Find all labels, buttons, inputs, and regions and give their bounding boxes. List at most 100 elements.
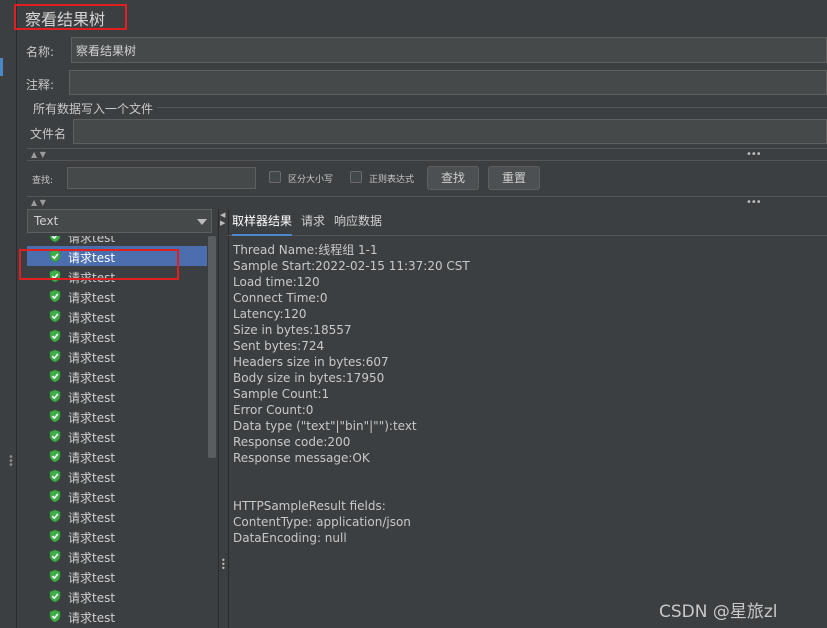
success-check-icon [48,449,62,463]
tree-item[interactable]: 请求test [27,286,207,306]
tree-item[interactable]: 请求test [27,466,207,486]
tree-item-label: 请求test [68,491,116,505]
tree-item[interactable]: 请求test [27,236,207,246]
success-check-icon [48,389,62,403]
result-line: Response code:200 [233,435,351,449]
tree-item[interactable]: 请求test [27,586,207,606]
tree-item-label: 请求test [68,331,116,345]
tree-scrollbar[interactable] [208,236,216,458]
reset-button[interactable]: 重置 [488,166,540,190]
splitter-grip-icon[interactable]: • • • [221,557,226,573]
name-field[interactable]: 察看结果树 [71,37,827,63]
tree-item-label: 请求test [68,591,116,605]
tree-item-label: 请求test [68,371,116,385]
renderer-select-value: Text [34,214,59,228]
tree-item[interactable]: 请求test [27,546,207,566]
search-input[interactable] [67,167,256,189]
result-line: Response message:OK [233,451,370,465]
panel-title: 察看结果树 [25,10,106,29]
tree-item-label: 请求test [68,431,116,445]
tree-item-label: 请求test [68,531,116,545]
success-check-icon [48,289,62,303]
tree-item-label: 请求test [68,291,116,305]
result-line: ContentType: application/json [233,515,411,529]
find-button[interactable]: 查找 [427,166,479,190]
tree-item[interactable]: 请求test [27,406,207,426]
tree-item[interactable]: 请求test [27,486,207,506]
file-group-title: 所有数据写入一个文件 [33,100,158,117]
split-divider-mid [27,196,827,197]
tree-item[interactable]: 请求test [27,346,207,366]
tree-item-label: 请求test [68,551,116,565]
comment-label: 注释: [26,78,55,92]
tree-item[interactable]: 请求test [27,606,207,626]
collapse-arrows-icon-2[interactable]: ▲ ▼ [31,198,46,207]
sampler-result-text: Thread Name:线程组 1-1 Sample Start:2022-02-… [233,242,823,546]
more-dots-icon-2[interactable]: ••• [746,197,762,208]
drag-handle-icon[interactable]: • • • [8,453,14,471]
success-check-icon [48,309,62,323]
search-label: 查找: [32,176,54,186]
result-line: Size in bytes:18557 [233,323,352,337]
name-label: 名称: [26,45,55,59]
filename-label: 文件名 [30,127,67,141]
tree-item-label: 请求test [68,611,116,625]
success-check-icon [48,469,62,483]
view-results-tree-panel: 察看结果树 名称: 察看结果树 注释: 所有数据写入一个文件 文件名 ▲ ▼ •… [14,0,827,628]
tree-item-label: 请求test [68,471,116,485]
success-check-icon [48,429,62,443]
sample-tree: 请求test 请求test 请求test 请求test 请求test 请求test 请求te… [27,236,207,628]
chevron-down-icon [197,219,207,225]
success-check-icon [48,549,62,563]
success-check-icon [48,329,62,343]
tab-request[interactable]: 请求 [301,209,325,234]
tree-item[interactable]: 请求test [27,526,207,546]
renderer-select[interactable]: Text [27,209,212,233]
left-accent-bar [0,58,3,76]
result-line: Sample Count:1 [233,387,330,401]
tree-item-label: 请求test [68,351,116,365]
split-divider-top [27,148,827,149]
result-line: HTTPSampleResult fields: [233,499,386,513]
success-check-icon [48,489,62,503]
result-line: Sample Start:2022-02-15 11:37:20 CST [233,259,470,273]
success-check-icon [48,609,62,623]
comment-field[interactable] [69,70,827,95]
tab-sampler-result[interactable]: 取样器结果 [232,209,293,236]
success-check-icon [48,236,62,243]
result-line: Thread Name:线程组 1-1 [233,243,378,257]
watermark: CSDN @星旅zl [659,602,778,622]
result-line [233,482,823,498]
tree-item[interactable]: 请求test [27,366,207,386]
result-line: Connect Time:0 [233,291,328,305]
result-line: Latency:120 [233,307,307,321]
collapse-arrows-icon[interactable]: ▲ ▼ [31,150,46,159]
tab-response-data[interactable]: 响应数据 [334,209,382,234]
regex-label: 正则表达式 [369,175,415,185]
success-check-icon [48,529,62,543]
tree-item[interactable]: 请求test [27,446,207,466]
result-line: Sent bytes:724 [233,339,325,353]
tree-item[interactable]: 请求test [27,506,207,526]
tree-item[interactable]: 请求test [27,306,207,326]
tree-item[interactable]: 请求test [27,426,207,446]
splitter-arrows-icon[interactable]: ◀ ▶ [220,211,225,227]
result-line [233,466,823,482]
result-line: Load time:120 [233,275,320,289]
vertical-splitter[interactable]: ◀ ▶ • • • [218,209,229,628]
case-sensitive-checkbox[interactable] [269,171,281,183]
filename-field[interactable] [73,119,827,144]
left-toolbar-strip: • • • [0,0,17,628]
search-divider [27,160,827,161]
tree-item[interactable]: 请求test [27,386,207,406]
tree-item[interactable]: 请求test [27,566,207,586]
selected-item-highlight-box [19,249,179,280]
more-dots-icon[interactable]: ••• [746,149,762,160]
regex-checkbox[interactable] [350,171,362,183]
result-line: DataEncoding: null [233,531,347,545]
tree-item-label: 请求test [68,311,116,325]
tree-item-label: 请求test [68,411,116,425]
tree-item-label: 请求test [68,451,116,465]
tree-item-label: 请求test [68,571,116,585]
tree-item[interactable]: 请求test [27,326,207,346]
